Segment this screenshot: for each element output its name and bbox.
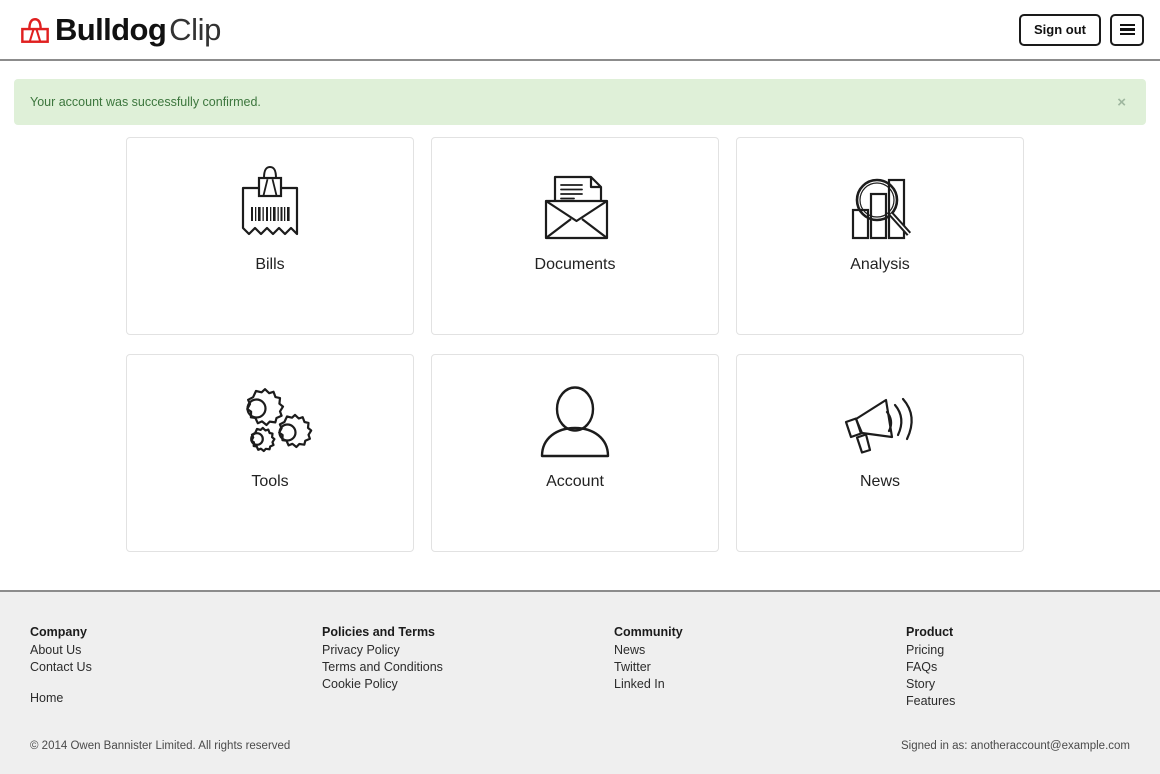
envelope-document-icon [529, 164, 621, 250]
footer-column-title: Company [30, 625, 87, 639]
footer-spacer [30, 676, 322, 690]
footer-link[interactable]: Story [906, 676, 955, 693]
close-icon[interactable]: × [1113, 93, 1130, 112]
footer-link-home[interactable]: Home [30, 690, 322, 707]
footer-columns: Company About Us Contact Us Home Policie… [0, 592, 1160, 710]
receipt-with-clip-icon [233, 164, 307, 250]
tile-label: Tools [251, 473, 289, 490]
footer-link[interactable]: Contact Us [30, 659, 322, 676]
page-header: Bulldog Clip Sign out [0, 0, 1160, 61]
signed-in-status: Signed in as: anotheraccount@example.com [900, 740, 1130, 752]
footer-link[interactable]: Privacy Policy [322, 642, 614, 659]
tile-label: News [859, 473, 900, 490]
sign-out-button[interactable]: Sign out [1019, 13, 1101, 46]
alert-message: Your account was successfully confirmed. [30, 95, 261, 109]
tile-label: Analysis [850, 256, 910, 273]
brand-logo[interactable]: Bulldog Clip [20, 14, 221, 45]
dashboard-tile-grid: Bills Documents Analysis Tools Account N… [126, 137, 1034, 552]
brand-name-bold: Bulldog [55, 12, 167, 47]
menu-button[interactable] [1110, 13, 1144, 46]
bar-chart-magnifier-icon [837, 164, 923, 250]
footer-link[interactable]: Features [906, 693, 955, 710]
footer-column-product: Product Pricing FAQs Story Features [906, 625, 955, 710]
footer-link[interactable]: Cookie Policy [322, 676, 614, 693]
bulldog-clip-icon [20, 15, 52, 45]
header-actions: Sign out [1019, 13, 1144, 46]
tile-documents[interactable]: Documents [431, 137, 719, 335]
footer-link[interactable]: Pricing [906, 642, 955, 659]
brand-name-light: Clip [169, 12, 221, 47]
tile-tools[interactable]: Tools [126, 354, 414, 552]
footer-link[interactable]: Twitter [614, 659, 906, 676]
footer-column-title: Policies and Terms [322, 625, 436, 639]
success-alert: Your account was successfully confirmed.… [14, 79, 1146, 125]
tile-account[interactable]: Account [431, 354, 719, 552]
footer-link[interactable]: FAQs [906, 659, 955, 676]
footer-column-company: Company About Us Contact Us Home [30, 625, 322, 710]
footer-column-community: Community News Twitter Linked In [614, 625, 906, 710]
page-footer: Company About Us Contact Us Home Policie… [0, 590, 1160, 774]
copyright-text: © 2014 Owen Bannister Limited. All right… [30, 740, 291, 752]
tile-analysis[interactable]: Analysis [736, 137, 1024, 335]
footer-link[interactable]: About Us [30, 642, 322, 659]
tile-label: Documents [534, 256, 616, 273]
footer-column-policies: Policies and Terms Privacy Policy Terms … [322, 625, 614, 710]
footer-link[interactable]: Terms and Conditions [322, 659, 614, 676]
megaphone-icon [834, 381, 926, 467]
footer-column-title: Community [614, 625, 683, 639]
person-icon [535, 381, 615, 467]
footer-bottom-bar: © 2014 Owen Bannister Limited. All right… [0, 740, 1160, 752]
tile-label: Bills [255, 256, 285, 273]
footer-link[interactable]: Linked In [614, 676, 906, 693]
footer-link[interactable]: News [614, 642, 906, 659]
hamburger-menu-icon [1119, 23, 1135, 36]
tile-label: Account [546, 473, 604, 490]
gears-icon [225, 381, 315, 467]
tile-news[interactable]: News [736, 354, 1024, 552]
footer-column-title: Product [906, 625, 954, 639]
tile-bills[interactable]: Bills [126, 137, 414, 335]
